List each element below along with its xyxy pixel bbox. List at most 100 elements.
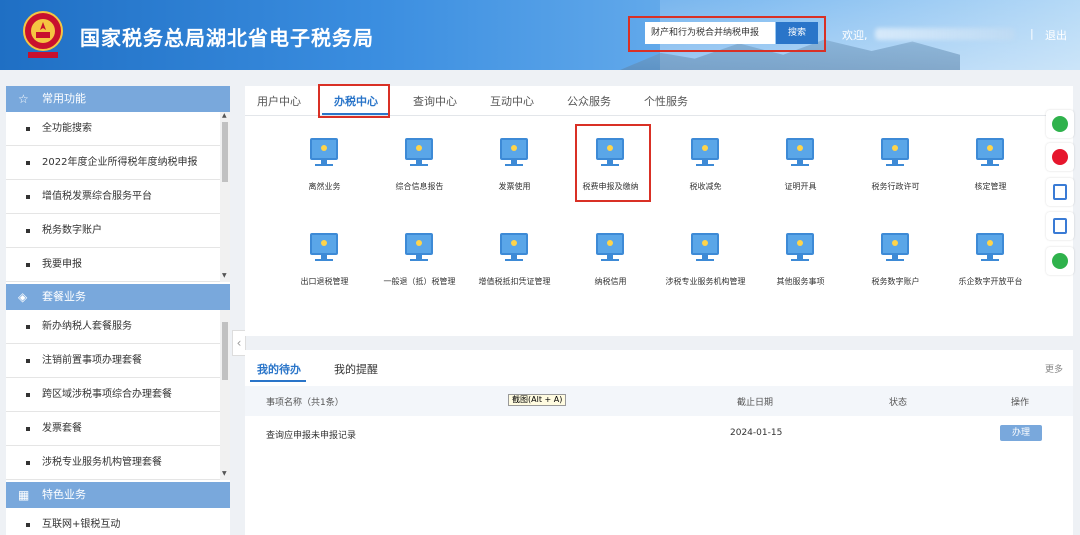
tax-emblem-logo	[23, 11, 63, 58]
service-item[interactable]: 税务行政许可	[848, 138, 943, 208]
monitor-base	[410, 259, 428, 261]
monitor-icon	[786, 138, 814, 160]
tab-query-center[interactable]: 查询中心	[413, 93, 457, 109]
monitor-base	[886, 259, 904, 261]
service-item[interactable]: 涉税专业服务机构管理	[658, 233, 753, 303]
service-label: 税收减免	[689, 182, 722, 191]
monitor-base	[601, 259, 619, 261]
wechat-icon	[1052, 116, 1068, 132]
row-name[interactable]: 查询应申报未申报记录	[266, 428, 356, 441]
monitor-icon	[786, 233, 814, 255]
search-button[interactable]: 搜索	[776, 22, 818, 44]
service-item[interactable]: 出口退税管理	[277, 233, 372, 303]
wechat-float[interactable]	[1046, 110, 1074, 138]
stack-icon: ◈	[18, 290, 28, 304]
monitor-icon	[310, 138, 338, 160]
monitor-icon	[976, 138, 1004, 160]
service-item[interactable]: 离然业务	[277, 138, 372, 208]
site-title: 国家税务总局湖北省电子税务局	[80, 26, 374, 50]
sidebar-scrollbar[interactable]: ▲ ▼	[220, 112, 230, 282]
header-separator: |	[1030, 27, 1034, 40]
service-item[interactable]: 核定管理	[943, 138, 1038, 208]
monitor-base	[981, 164, 999, 166]
monitor-icon	[881, 138, 909, 160]
sidebar-section-package[interactable]: ◈ 套餐业务	[6, 284, 230, 310]
sidebar-item[interactable]: 我要申报	[6, 248, 220, 282]
tab-highlight-box	[318, 84, 390, 118]
tab-public-service[interactable]: 公众服务	[567, 93, 611, 109]
tab-interaction-center[interactable]: 互动中心	[490, 93, 534, 109]
monitor-base	[315, 164, 333, 166]
monitor-icon	[405, 138, 433, 160]
service-item[interactable]: 其他服务事项	[753, 233, 848, 303]
welcome-text: 欢迎,	[842, 29, 868, 42]
service-label: 税务行政许可	[871, 182, 920, 191]
collapse-sidebar-button[interactable]: ‹	[232, 330, 246, 356]
service-label: 税务数字账户	[871, 277, 920, 286]
blurred-username	[875, 28, 1015, 40]
sidebar-item[interactable]: 注销前置事项办理套餐	[6, 344, 220, 378]
service-label: 涉税专业服务机构管理	[665, 277, 746, 286]
sidebar-item[interactable]: 增值税发票综合服务平台	[6, 180, 220, 214]
service-label: 其他服务事项	[776, 277, 825, 286]
monitor-icon	[976, 233, 1004, 255]
sidebar-item[interactable]: 互联网+银税互动	[6, 508, 220, 535]
tab-user-center[interactable]: 用户中心	[257, 93, 301, 109]
service-item[interactable]: 综合信息报告	[372, 138, 467, 208]
sidebar-item[interactable]: 税务数字账户	[6, 214, 220, 248]
monitor-icon	[500, 233, 528, 255]
monitor-base	[886, 164, 904, 166]
monitor-icon	[596, 233, 624, 255]
sidebar: ☆ 常用功能 全功能搜索 2022年度企业所得税年度纳税申报 增值税发票综合服务…	[6, 86, 230, 535]
sidebar-item[interactable]: 全功能搜索	[6, 112, 220, 146]
scroll-up-icon[interactable]: ▲	[222, 112, 227, 119]
service-label: 一般退（抵）税管理	[383, 277, 456, 286]
screenshot-tooltip: 截图(Alt + A)	[508, 394, 567, 406]
tab-personal-service[interactable]: 个性服务	[644, 93, 688, 109]
monitor-icon	[500, 138, 528, 160]
app2-float[interactable]	[1046, 212, 1074, 240]
service-item[interactable]: 税收减免	[658, 138, 753, 208]
app-float[interactable]	[1046, 178, 1074, 206]
service-label: 发票使用	[498, 182, 531, 191]
sidebar-item[interactable]: 涉税专业服务机构管理套餐	[6, 446, 220, 480]
scroll-down-icon[interactable]: ▼	[222, 272, 227, 279]
monitor-base	[791, 164, 809, 166]
scroll-thumb[interactable]	[222, 122, 228, 182]
service-item[interactable]: 增值税抵扣凭证管理	[467, 233, 562, 303]
tab-my-todo[interactable]: 我的待办	[257, 361, 301, 377]
weibo-float[interactable]	[1046, 143, 1074, 171]
wechat2-float[interactable]	[1046, 247, 1074, 275]
weibo-icon	[1052, 149, 1068, 165]
service-label: 综合信息报告	[395, 182, 444, 191]
tab-my-reminder[interactable]: 我的提醒	[334, 361, 378, 377]
grid-icon: ▦	[18, 488, 30, 502]
service-item[interactable]: 税务数字账户	[848, 233, 943, 303]
service-item[interactable]: 发票使用	[467, 138, 562, 208]
scroll-down-icon[interactable]: ▼	[222, 470, 227, 477]
todo-tab-indicator	[250, 380, 306, 382]
monitor-base	[981, 259, 999, 261]
service-item[interactable]: 纳税信用	[563, 233, 658, 303]
sidebar-item[interactable]: 跨区域涉税事项综合办理套餐	[6, 378, 220, 412]
sidebar-item[interactable]: 发票套餐	[6, 412, 220, 446]
handle-button[interactable]: 办理	[1000, 425, 1042, 441]
monitor-icon	[405, 233, 433, 255]
scroll-thumb[interactable]	[222, 322, 228, 380]
app-icon	[1053, 218, 1067, 234]
service-item[interactable]: 乐企数字开放平台	[943, 233, 1038, 303]
monitor-base	[505, 259, 523, 261]
sidebar-section-common[interactable]: ☆ 常用功能	[6, 86, 230, 112]
monitor-icon	[691, 138, 719, 160]
row-deadline: 2024-01-15	[730, 428, 783, 438]
logout-link[interactable]: 退出	[1045, 27, 1067, 43]
sidebar-section-special[interactable]: ▦ 特色业务	[6, 482, 230, 508]
sidebar-item[interactable]: 2022年度企业所得税年度纳税申报	[6, 146, 220, 180]
service-item[interactable]: 证明开具	[753, 138, 848, 208]
service-item[interactable]: 一般退（抵）税管理	[372, 233, 467, 303]
sidebar-item[interactable]: 新办纳税人套餐服务	[6, 310, 220, 344]
more-link[interactable]: 更多	[1045, 362, 1063, 375]
search-input[interactable]: 财产和行为税合并纳税申报	[645, 22, 775, 44]
col-name: 事项名称（共1条）	[266, 398, 344, 408]
sidebar-scrollbar[interactable]: ▼	[220, 310, 230, 480]
